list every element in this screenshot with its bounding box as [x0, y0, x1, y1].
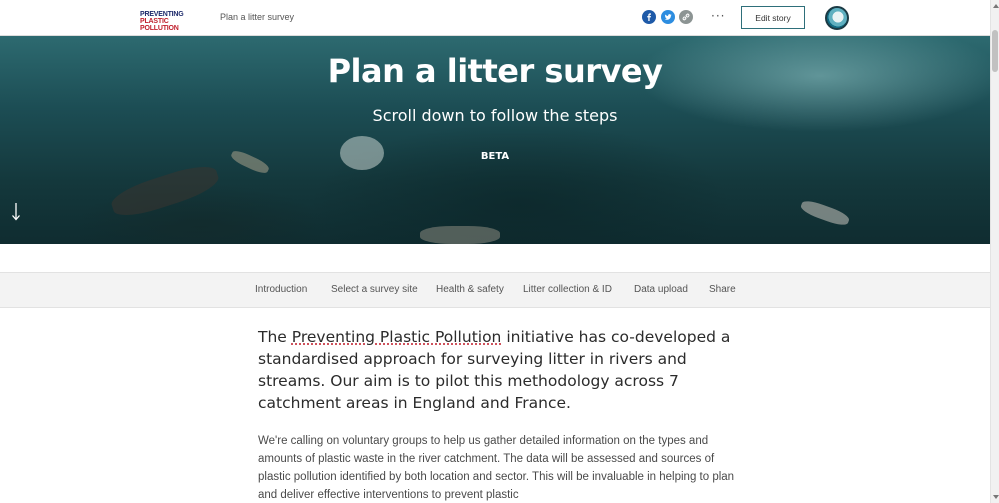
scroll-up-arrow-icon[interactable] [993, 4, 999, 8]
top-bar: PREVENTING PLASTIC POLLUTION Plan a litt… [0, 0, 990, 36]
scroll-down-small-arrow-icon[interactable] [993, 495, 999, 499]
page-title: Plan a litter survey [0, 52, 990, 90]
tab-share[interactable]: Share [709, 284, 736, 295]
more-options-icon[interactable]: ··· [711, 9, 725, 23]
hero-debris-fragment [799, 198, 851, 228]
tab-litter-collection[interactable]: Litter collection & ID [523, 284, 612, 295]
breadcrumb: Plan a litter survey [220, 12, 294, 22]
page-scrollbar[interactable] [990, 0, 999, 503]
beta-badge: BETA [0, 151, 990, 162]
scroll-down-arrow-icon[interactable] [10, 202, 22, 222]
tab-introduction[interactable]: Introduction [255, 284, 307, 295]
lead-paragraph: The Preventing Plastic Pollution initiat… [258, 326, 738, 414]
tab-health-safety[interactable]: Health & safety [436, 284, 504, 295]
twitter-share-icon[interactable] [661, 10, 675, 24]
preventing-plastic-pollution-link[interactable]: Preventing Plastic Pollution [292, 328, 502, 346]
edit-story-button[interactable]: Edit story [741, 6, 805, 29]
hero-subtitle: Scroll down to follow the steps [0, 106, 990, 125]
scrollbar-thumb[interactable] [992, 30, 998, 72]
facebook-share-icon[interactable] [642, 10, 656, 24]
copy-link-icon[interactable] [679, 10, 693, 24]
body-paragraph: We're calling on voluntary groups to hel… [258, 432, 738, 503]
logo-line1: PREVENTING [140, 11, 184, 18]
user-avatar[interactable] [825, 6, 849, 30]
logo-line2: PLASTIC POLLUTION [140, 18, 208, 32]
hero-banner: Plan a litter survey Scroll down to foll… [0, 36, 990, 244]
tab-data-upload[interactable]: Data upload [634, 284, 688, 295]
hero-debris-rock [420, 226, 500, 244]
tab-select-survey-site[interactable]: Select a survey site [331, 284, 418, 295]
preventing-plastic-pollution-logo[interactable]: PREVENTING PLASTIC POLLUTION [138, 9, 208, 27]
story-navigation: Introduction Select a survey site Health… [0, 272, 990, 308]
hero-debris-bottle [108, 160, 222, 223]
lead-prefix: The [258, 328, 292, 346]
